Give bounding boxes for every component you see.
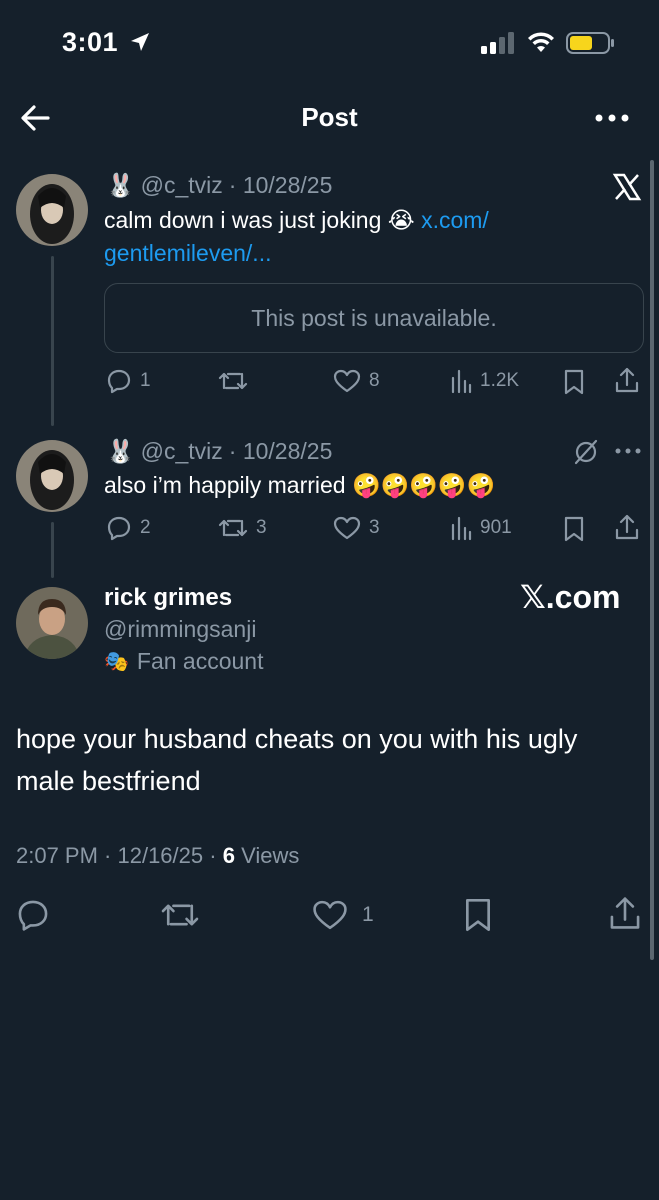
- tweet-handle[interactable]: @c_tviz: [141, 172, 223, 199]
- like-count: 1: [362, 903, 374, 926]
- repost-button[interactable]: 3: [218, 515, 267, 541]
- repost-icon: [218, 519, 248, 537]
- tweet-handle[interactable]: @c_tviz: [141, 438, 223, 465]
- post-timestamp-views: 2:07 PM · 12/16/25 · 6 Views: [16, 843, 299, 869]
- location-arrow-icon: [131, 33, 149, 51]
- bunny-emoji: 🐰: [106, 438, 135, 464]
- heart-icon: [313, 900, 347, 930]
- repost-button[interactable]: [218, 368, 256, 394]
- bookmark-icon[interactable]: [562, 368, 586, 396]
- avatar[interactable]: [16, 587, 88, 659]
- heart-icon: [333, 369, 361, 393]
- reply-button[interactable]: 2: [106, 515, 151, 541]
- badge-label: Fan account: [136, 648, 264, 674]
- x-logo-icon[interactable]: [612, 172, 642, 202]
- tweet-date[interactable]: · 10/28/25: [229, 438, 333, 465]
- like-button[interactable]: 8: [333, 368, 380, 394]
- share-icon[interactable]: [614, 513, 640, 541]
- post-timestamp[interactable]: 2:07 PM · 12/16/25 ·: [16, 843, 217, 868]
- views-count: 901: [480, 517, 512, 538]
- reply-count: 1: [140, 370, 151, 391]
- share-icon[interactable]: [614, 366, 640, 394]
- views-chart-icon: [451, 369, 472, 394]
- like-button[interactable]: 3: [333, 515, 380, 541]
- reply-icon: [107, 369, 131, 394]
- tweet-body: calm down i was just joking 😭: [104, 207, 415, 233]
- thread-line: [51, 522, 54, 578]
- x-com-brand: 𝕏.com: [520, 579, 621, 615]
- views-button[interactable]: 1.2K: [450, 368, 519, 394]
- theater-mask-emoji: 🎭: [104, 651, 129, 673]
- repost-icon[interactable]: [160, 898, 200, 932]
- reply-icon[interactable]: [16, 898, 50, 932]
- status-time: 3:01: [62, 27, 119, 57]
- tweet-text: calm down i was just joking 😭 x.com/ gen…: [104, 204, 634, 270]
- scrollbar[interactable]: [650, 160, 654, 960]
- grok-icon[interactable]: [572, 438, 600, 466]
- bookmark-icon[interactable]: [562, 515, 586, 543]
- like-count: 8: [369, 370, 380, 391]
- views-label: Views: [241, 843, 300, 868]
- repost-icon: [218, 372, 248, 390]
- author-name[interactable]: rick grimes: [104, 584, 232, 612]
- bunny-emoji: 🐰: [106, 172, 135, 198]
- battery-icon: [566, 32, 614, 54]
- cellular-signal-icon: [481, 32, 514, 54]
- more-options-icon[interactable]: [590, 104, 634, 132]
- fan-account-badge: 🎭 Fan account: [104, 648, 264, 675]
- like-button[interactable]: 1: [312, 898, 374, 932]
- reply-count: 2: [140, 517, 151, 538]
- tweet-link[interactable]: x.com/: [421, 207, 489, 233]
- tweet-link-continued[interactable]: gentlemileven/...: [104, 240, 271, 266]
- bookmark-icon[interactable]: [462, 896, 494, 934]
- tweet-meta: 🐰 @c_tviz · 10/28/25: [106, 438, 332, 465]
- tweet-text: also i’m happily married 🤪🤪🤪🤪🤪: [104, 472, 496, 498]
- views-button[interactable]: 901: [450, 515, 512, 541]
- avatar[interactable]: [16, 174, 88, 246]
- page-title: Post: [301, 102, 358, 132]
- like-count: 3: [369, 517, 380, 538]
- more-options-icon[interactable]: [614, 444, 642, 458]
- post-text: hope your husband cheats on you with his…: [16, 724, 578, 796]
- repost-count: 3: [256, 517, 267, 538]
- wifi-icon: [528, 32, 554, 52]
- views-count: 1.2K: [480, 370, 520, 391]
- views-count: 6: [222, 843, 235, 868]
- tweet-date[interactable]: · 10/28/25: [229, 172, 333, 199]
- avatar[interactable]: [16, 440, 88, 512]
- views-chart-icon: [451, 516, 472, 541]
- reply-button[interactable]: 1: [106, 368, 151, 394]
- thread-line: [51, 256, 54, 426]
- author-handle[interactable]: @rimmingsanji: [104, 616, 256, 643]
- reply-icon: [107, 516, 131, 541]
- tweet-meta: 🐰 @c_tviz · 10/28/25: [106, 172, 332, 199]
- quoted-post-unavailable: This post is unavailable.: [104, 283, 644, 353]
- heart-icon: [333, 516, 361, 540]
- share-icon[interactable]: [608, 894, 642, 932]
